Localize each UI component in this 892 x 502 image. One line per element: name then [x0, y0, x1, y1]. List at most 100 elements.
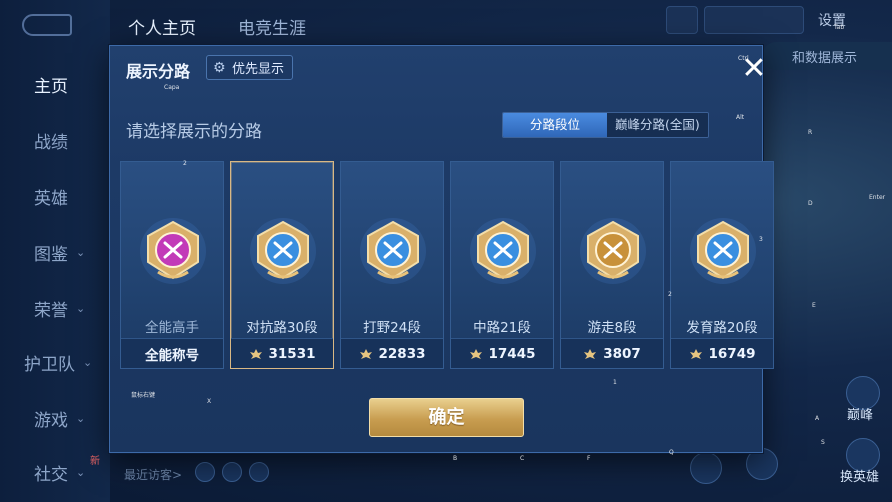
chevron-down-icon: ⌄ [83, 355, 93, 369]
visitor-avatar[interactable] [249, 462, 269, 482]
lane-card[interactable]: 中路21段 17445 [450, 161, 554, 369]
lane-points: 3807 [603, 345, 641, 362]
lane-card-footer: 17445 [451, 338, 553, 368]
key-hint: 3 [759, 236, 763, 243]
lane-card[interactable]: 发育路20段 16749 [670, 161, 774, 369]
key-hint: A [815, 415, 820, 422]
data-display-label: 和数据展示 [792, 50, 858, 66]
lane-points: 22833 [378, 345, 426, 362]
nav-item-guard[interactable]: 护卫队 ⌄ [0, 342, 110, 382]
key-hint: R [808, 129, 813, 136]
key-hint: Alt [736, 114, 745, 121]
switch-hero-label: 换英雄 [840, 470, 880, 485]
roam-emblem-icon [580, 218, 646, 284]
back-button[interactable] [22, 14, 72, 36]
key-hint: S [821, 439, 825, 446]
nav-label: 护卫队 [24, 354, 75, 375]
dialog-subtitle: 请选择展示的分路 [126, 122, 262, 142]
farm-lane-emblem-icon [690, 218, 756, 284]
key-hint: 2 [183, 160, 187, 167]
lane-card-name: 游走8段 [587, 320, 637, 336]
nav-label: 战绩 [34, 132, 68, 153]
tab-lane-rank[interactable]: 分路段位 [503, 113, 607, 137]
lane-points: 31531 [268, 345, 316, 362]
points-icon [249, 348, 262, 359]
nav-label: 荣誉 [34, 300, 68, 321]
dialog-title: 展示分路 [126, 62, 191, 81]
points-icon [689, 348, 702, 359]
key-hint: Capa [164, 84, 180, 91]
key-hint: F [587, 455, 591, 462]
peak-label: 巅峰 [847, 408, 874, 423]
chevron-down-icon: ⌄ [76, 465, 86, 479]
nav-item-heroes[interactable]: 英雄 [0, 176, 110, 216]
key-hint: Ctrl [738, 55, 749, 62]
lane-card-name: 发育路20段 [686, 320, 758, 336]
tab-peak-lane[interactable]: 巅峰分路(全国) [607, 113, 708, 137]
points-icon [359, 348, 372, 359]
nav-label: 图鉴 [34, 244, 68, 265]
key-hint: C [520, 455, 525, 462]
key-hint: X [207, 398, 212, 405]
points-icon [469, 348, 482, 359]
lane-card-footer: 16749 [671, 338, 773, 368]
confirm-button[interactable]: 确定 [369, 398, 524, 437]
lane-card-name: 对抗路30段 [246, 320, 318, 336]
priority-display-button[interactable]: ⚙ 优先显示 [206, 55, 294, 80]
lane-points: 16749 [708, 345, 756, 362]
lane-card[interactable]: 全能高手 全能称号 [120, 161, 224, 369]
lane-card-name: 全能高手 [145, 320, 199, 336]
key-hint: 2 [668, 291, 672, 298]
nav-item-honor[interactable]: 荣誉 ⌄ [0, 288, 110, 328]
nav-item-codex[interactable]: 图鉴 ⌄ [0, 232, 110, 272]
icon-button[interactable] [690, 452, 722, 484]
nav-item-home[interactable]: 主页 [0, 64, 110, 104]
key-hint: 鼠标右键 [131, 392, 156, 399]
visitor-avatar[interactable] [195, 462, 215, 482]
clash-lane-emblem-icon [250, 218, 316, 284]
key-hint: 1 [613, 379, 617, 386]
key-hint: B [453, 455, 458, 462]
jungle-emblem-icon [360, 218, 426, 284]
lane-points: 17445 [488, 345, 536, 362]
lane-card-name: 中路21段 [473, 320, 531, 336]
nav-label: 英雄 [34, 188, 68, 209]
nav-item-record[interactable]: 战绩 [0, 120, 110, 160]
tab-esports[interactable]: 电竞生涯 [238, 14, 306, 39]
points-icon [584, 348, 597, 359]
vip-banner[interactable] [704, 6, 804, 34]
data-display-tab[interactable]: 和数据展示 [762, 42, 892, 70]
key-hint: E [812, 302, 816, 309]
key-hint: D [808, 200, 813, 207]
chevron-down-icon: ⌄ [76, 411, 86, 425]
lane-card-footer: 31531 [231, 338, 333, 368]
mode-segmented-control: 分路段位 巅峰分路(全国) [502, 112, 709, 138]
lane-card[interactable]: 对抗路30段 31531 [230, 161, 334, 369]
notification-button[interactable] [666, 6, 698, 34]
recent-visitors[interactable]: 最近访客> [124, 466, 182, 483]
lane-card-footer-label: 全能称号 [145, 347, 199, 364]
allround-emblem-icon [140, 218, 206, 284]
game-screen: 主页 战绩 英雄 图鉴 ⌄ 荣誉 ⌄ 护卫队 ⌄ 游戏 ⌄ 社交 ⌄ 新 个人主页 电竞生… [0, 0, 892, 502]
lane-card-footer: 22833 [341, 338, 443, 368]
key-hint: Enter [869, 194, 886, 201]
nav-label: 游戏 [34, 410, 68, 431]
chevron-down-icon: ⌄ [76, 301, 86, 315]
lane-card[interactable]: 游走8段 3807 [560, 161, 664, 369]
tab-profile[interactable]: 个人主页 [128, 14, 196, 39]
nav-label: 主页 [34, 76, 68, 97]
nav-item-games[interactable]: 游戏 ⌄ [0, 398, 110, 438]
nav-label: 社交 [34, 464, 68, 485]
visitor-avatar[interactable] [222, 462, 242, 482]
lane-card[interactable]: 打野24段 22833 [340, 161, 444, 369]
key-hint: Q [669, 449, 674, 456]
left-nav: 主页 战绩 英雄 图鉴 ⌄ 荣誉 ⌄ 护卫队 ⌄ 游戏 ⌄ 社交 ⌄ 新 [0, 0, 110, 502]
mid-lane-emblem-icon [470, 218, 536, 284]
priority-display-label: 优先显示 [232, 62, 285, 77]
lane-card-name: 打野24段 [363, 320, 421, 336]
gear-icon: ⚙ [213, 59, 226, 76]
chevron-down-icon: ⌄ [76, 245, 86, 259]
key-hint: Tab [834, 24, 845, 31]
lane-display-dialog: 展示分路 ⚙ 优先显示 ✕ 请选择展示的分路 分路段位 巅峰分路(全国) 全能高… [109, 45, 774, 453]
new-badge: 新 [90, 456, 100, 467]
